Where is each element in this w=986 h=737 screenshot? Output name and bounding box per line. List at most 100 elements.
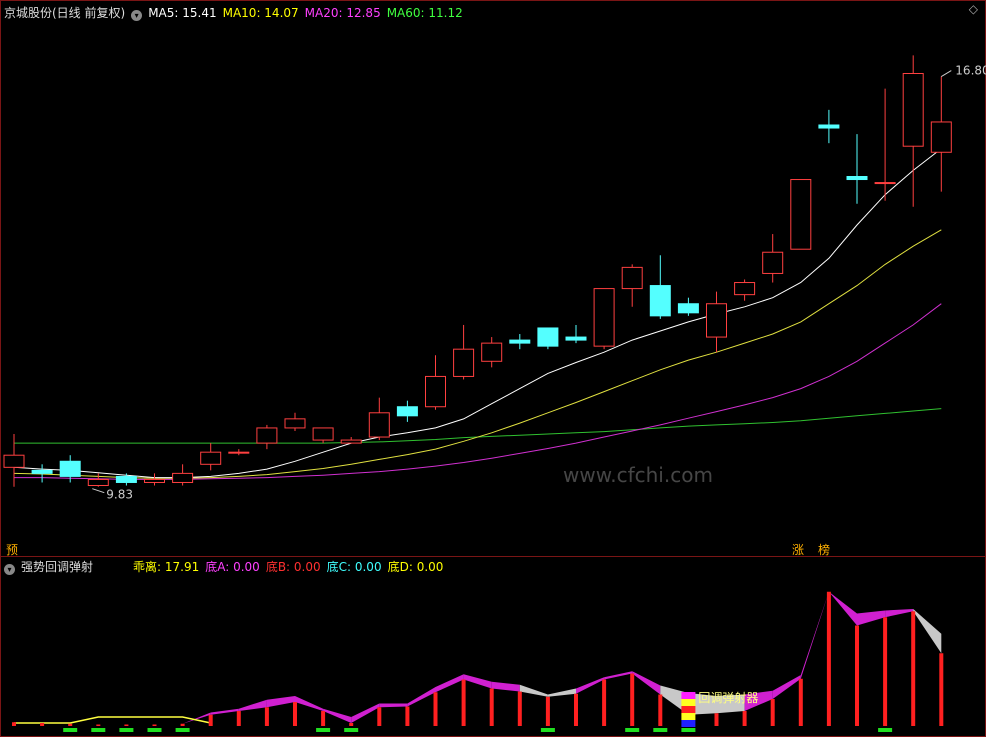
bias-bar bbox=[489, 688, 494, 726]
candle-body bbox=[368, 412, 390, 438]
tag-zhang: 涨 bbox=[792, 543, 805, 557]
cloud-segment bbox=[913, 609, 942, 654]
ma-legend: MA5: 15.41 MA10: 14.07 MA20: 12.85 MA60: 11… bbox=[148, 6, 469, 20]
signal-block bbox=[681, 720, 696, 727]
high-pointer bbox=[941, 70, 952, 77]
cloud-segment bbox=[519, 684, 548, 697]
bias-bar bbox=[602, 679, 607, 726]
bias-bar bbox=[433, 692, 438, 726]
green-mark bbox=[344, 728, 359, 732]
bias-bar bbox=[517, 691, 522, 726]
tag-bang: 榜 bbox=[818, 543, 831, 557]
green-mark bbox=[653, 728, 668, 732]
candle-body bbox=[425, 375, 446, 408]
indicator-label-2: 底B: 0.00 bbox=[265, 560, 321, 574]
candle-body bbox=[734, 282, 756, 296]
bias-bar bbox=[124, 724, 129, 726]
high-label: 16.80 bbox=[955, 64, 986, 78]
candle-body bbox=[87, 478, 109, 486]
signal-block bbox=[681, 706, 696, 713]
ma60-line bbox=[14, 408, 942, 444]
indicator-label-0: 乖离: 17.91 bbox=[133, 560, 200, 574]
bias-bar bbox=[939, 653, 944, 726]
bias-bar bbox=[630, 673, 635, 726]
candle-body bbox=[846, 176, 868, 181]
candle-body bbox=[818, 124, 840, 129]
bias-bar bbox=[349, 723, 354, 726]
cloud-segment bbox=[379, 703, 408, 708]
bias-bar bbox=[321, 711, 326, 726]
cloud-segment bbox=[632, 671, 661, 695]
candle-body bbox=[677, 303, 699, 314]
indicator-label-3: 底C: 0.00 bbox=[326, 560, 382, 574]
cloud-segment bbox=[800, 591, 829, 679]
candle-body bbox=[59, 460, 81, 477]
candle-body bbox=[396, 406, 418, 417]
ma-label-2: MA20: 12.85 bbox=[304, 6, 381, 20]
bias-bar bbox=[68, 723, 73, 726]
bias-bar bbox=[826, 591, 831, 726]
bias-bar bbox=[152, 724, 157, 726]
cloud-segment bbox=[463, 674, 492, 689]
green-mark bbox=[147, 728, 162, 732]
candle-body bbox=[930, 121, 952, 153]
bias-bar bbox=[461, 679, 466, 726]
green-mark bbox=[316, 728, 331, 732]
candle-body bbox=[874, 182, 896, 185]
signal-block bbox=[681, 713, 696, 720]
cloud-segment bbox=[323, 708, 352, 723]
candle-body bbox=[200, 451, 222, 465]
main-panel-border bbox=[0, 0, 986, 557]
cloud-segment bbox=[828, 591, 857, 626]
candle-body bbox=[228, 451, 250, 454]
low-label: 9.83 bbox=[106, 488, 133, 502]
diamond-icon[interactable]: ◇ bbox=[969, 2, 978, 16]
green-mark bbox=[91, 728, 106, 732]
green-mark bbox=[540, 728, 555, 732]
bias-bar bbox=[405, 706, 410, 726]
cloud-segment bbox=[885, 609, 914, 618]
candle-body bbox=[312, 427, 334, 441]
indicator-title: 强势回调弹射 bbox=[21, 560, 94, 574]
cloud-segment bbox=[295, 696, 324, 711]
bias-bar bbox=[742, 711, 747, 726]
bias-bar bbox=[770, 699, 775, 726]
green-mark bbox=[625, 728, 640, 732]
main-header: 京城股份(日线 前复权) ▾ MA5: 15.41 MA10: 14.07 MA20: … bbox=[4, 4, 475, 21]
bias-bar bbox=[12, 722, 16, 726]
dropdown-icon[interactable]: ▾ bbox=[131, 10, 143, 21]
cloud-segment bbox=[491, 681, 520, 692]
cloud-segment bbox=[210, 708, 239, 715]
cloud-segment bbox=[238, 699, 267, 711]
ma-label-0: MA5: 15.41 bbox=[148, 6, 217, 20]
signal-block bbox=[681, 692, 696, 699]
cloud-segment bbox=[604, 671, 633, 680]
bias-bar bbox=[798, 678, 803, 726]
green-mark bbox=[681, 728, 696, 732]
candle-body bbox=[621, 266, 643, 290]
bias-bar bbox=[658, 694, 663, 726]
candle-body bbox=[509, 339, 531, 344]
bias-bar bbox=[911, 611, 916, 726]
indicator-label-4: 底D: 0.00 bbox=[387, 560, 444, 574]
bias-bar bbox=[96, 724, 101, 726]
cloud-segment bbox=[70, 723, 99, 725]
bias-bar bbox=[883, 617, 888, 726]
candle-body bbox=[256, 427, 278, 444]
bias-bar bbox=[40, 723, 45, 726]
candle-body bbox=[537, 327, 559, 347]
candle-body bbox=[284, 418, 306, 429]
dropdown-icon[interactable]: ▾ bbox=[4, 564, 15, 575]
cloud-segment bbox=[772, 675, 801, 699]
chart-canvas: 回调弹射器 16.80 9.83 bbox=[0, 0, 986, 737]
bias-bar bbox=[855, 625, 859, 726]
cloud-segment bbox=[857, 610, 886, 626]
bias-bars: 回调弹射器 bbox=[12, 591, 944, 732]
cloud-segment bbox=[351, 703, 380, 723]
cloud-segment bbox=[154, 723, 183, 725]
bias-bar bbox=[714, 713, 719, 726]
green-mark bbox=[119, 728, 134, 732]
ma20-line bbox=[14, 303, 942, 480]
green-mark bbox=[63, 728, 78, 732]
candle-body bbox=[3, 454, 25, 468]
